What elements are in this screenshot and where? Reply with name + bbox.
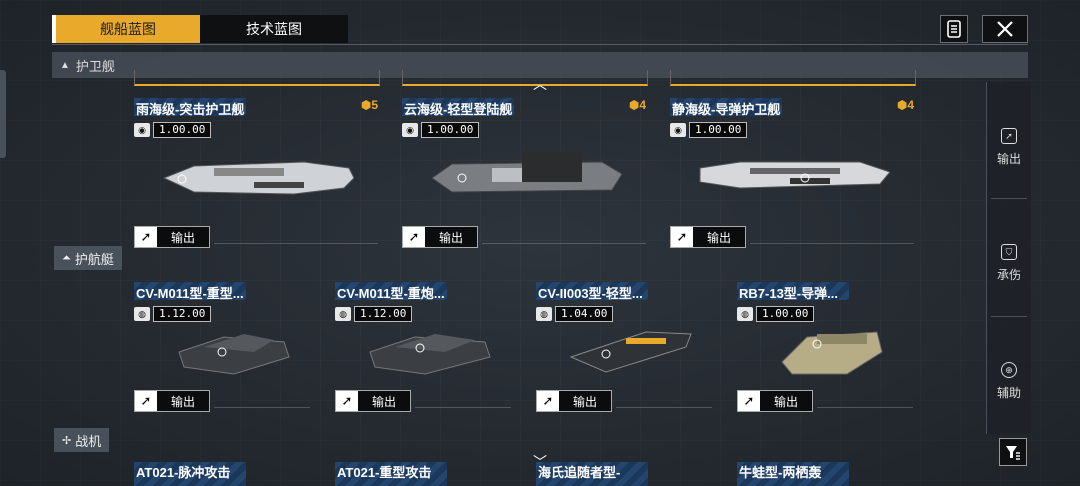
ship-stat: ◉ 1.00.00 <box>134 122 212 138</box>
ship-title: RB7-13型-导弹... <box>739 286 838 301</box>
ship-title: 云海级-轻型登陆舰 <box>404 102 513 117</box>
ship-model-image <box>569 331 692 373</box>
export-arrow-icon: ➚ <box>336 391 358 411</box>
tab-tech-blueprints[interactable]: 技术蓝图 <box>200 15 348 43</box>
ship-model-image <box>431 152 622 193</box>
prev-card-edge <box>670 70 916 86</box>
card-underline <box>750 243 914 244</box>
card-underline <box>214 407 310 408</box>
document-button[interactable] <box>940 15 968 43</box>
ship-hull-icon: ◉ <box>402 123 418 137</box>
close-button[interactable] <box>982 15 1028 43</box>
role-filter-support[interactable]: ⊕ 辅助 <box>987 362 1031 401</box>
fighter-icon: ✢ <box>62 434 72 447</box>
tab-ship-blueprints[interactable]: 舰船蓝图 <box>52 15 200 43</box>
level-badge: ⬢4 <box>896 98 914 112</box>
ship-title[interactable]: 牛蛙型-两栖轰 <box>739 462 821 481</box>
ship-title: CV-M011型-重型... <box>136 286 244 301</box>
export-button[interactable]: ➚ 输出 <box>335 390 411 412</box>
support-icon: ⊕ <box>1001 362 1017 378</box>
ship-model-image <box>699 161 890 189</box>
ship-title: 静海级-导弹护卫舰 <box>672 102 781 117</box>
ship-hull-icon: ◉ <box>670 123 686 137</box>
ship-title[interactable]: AT021-重型攻击 <box>337 462 431 481</box>
ship-card[interactable]: CV-II003型-轻型... ◍ 1.04.00 ➚ 输出 <box>536 282 712 412</box>
document-icon <box>947 20 961 38</box>
export-arrow-icon: ➚ <box>135 391 157 411</box>
prev-card-edge <box>134 70 380 86</box>
section-header-escort[interactable]: ⏶ 护航艇 <box>54 246 122 270</box>
escort-icon: ⏶ <box>62 251 71 264</box>
ship-title: CV-M011型-重炮... <box>337 286 445 301</box>
export-arrow-icon: ➚ <box>135 227 157 247</box>
export-arrow-icon: ➚ <box>738 391 760 411</box>
export-arrow-icon: ➚ <box>671 227 693 247</box>
ship-card[interactable]: 云海级-轻型登陆舰 ⬢4 ◉ 1.00.00 ➚ 输出 <box>402 98 646 248</box>
export-button[interactable]: ➚ 输出 <box>134 390 210 412</box>
ship-card[interactable]: 雨海级-突击护卫舰 ⬢5 ◉ 1.00.00 ➚ 输出 <box>134 98 378 248</box>
export-button[interactable]: ➚ 输出 <box>670 226 746 248</box>
ship-card[interactable]: 静海级-导弹护卫舰 ⬢4 ◉ 1.00.00 ➚ 输出 <box>670 98 914 248</box>
ship-title[interactable]: AT021-脉冲攻击 <box>136 462 230 481</box>
ship-title: 雨海级-突击护卫舰 <box>136 102 245 117</box>
scroll-down-chevron-icon[interactable]: ﹀ <box>533 452 547 472</box>
card-underline <box>482 243 646 244</box>
panel-divider <box>991 198 1027 199</box>
level-badge: ⬢4 <box>628 98 646 112</box>
panel-divider <box>991 316 1027 317</box>
stat-value: 1.00.00 <box>153 122 212 138</box>
card-underline <box>616 407 712 408</box>
section-header-fighter[interactable]: ✢ 战机 <box>54 428 110 452</box>
top-divider <box>52 44 1028 45</box>
tab-bar: 舰船蓝图 技术蓝图 <box>52 15 348 43</box>
card-underline <box>817 407 913 408</box>
card-underline <box>415 407 511 408</box>
section-title-frigate: 护卫舰 <box>75 58 115 74</box>
ship-model-image <box>178 334 290 375</box>
ship-stat: ◉ 1.00.00 <box>402 122 480 138</box>
ship-model-image <box>162 161 354 195</box>
role-filter-tank[interactable]: ⛉ 承伤 <box>987 244 1031 283</box>
ship-card[interactable]: RB7-13型-导弹... ◍ 1.00.00 ➚ 输出 <box>737 282 913 412</box>
stat-value: 1.00.00 <box>689 122 748 138</box>
ship-card[interactable]: CV-M011型-重炮... ◍ 1.12.00 ➚ 输出 <box>335 282 511 412</box>
globe-icon: ◍ <box>536 307 552 321</box>
ship-model-image <box>781 331 883 375</box>
prev-card-edge <box>402 70 648 86</box>
ship-stat: ◉ 1.00.00 <box>670 122 748 138</box>
export-button[interactable]: ➚ 输出 <box>737 390 813 412</box>
export-button[interactable]: ➚ 输出 <box>402 226 478 248</box>
filter-icon <box>1006 446 1020 460</box>
left-edge-handle[interactable] <box>0 70 6 158</box>
ship-title[interactable]: 海氏追随者型- <box>538 462 620 481</box>
section-title-fighter: 战机 <box>75 433 102 449</box>
role-filter-panel: ➚ 输出 ⛉ 承伤 ⊕ 辅助 <box>986 82 1031 434</box>
shield-icon: ⛉ <box>1001 244 1017 260</box>
export-arrow-icon: ➚ <box>537 391 559 411</box>
role-filter-output[interactable]: ➚ 输出 <box>987 128 1031 167</box>
export-button[interactable]: ➚ 输出 <box>134 226 210 248</box>
globe-icon: ◍ <box>134 307 150 321</box>
globe-icon: ◍ <box>335 307 351 321</box>
ship-card[interactable]: CV-M011型-重型... ◍ 1.12.00 ➚ 输出 <box>134 282 310 412</box>
filter-button[interactable] <box>999 438 1027 466</box>
export-button[interactable]: ➚ 输出 <box>536 390 612 412</box>
stat-value: 1.00.00 <box>421 122 480 138</box>
level-badge: ⬢5 <box>360 98 378 112</box>
globe-icon: ◍ <box>737 307 753 321</box>
section-title-escort: 护航艇 <box>74 251 114 267</box>
card-underline <box>214 243 378 244</box>
scroll-up-chevron-icon[interactable]: ︿ <box>533 74 547 94</box>
ship-model-image <box>369 334 491 375</box>
close-icon <box>997 21 1013 37</box>
ship-title: CV-II003型-轻型... <box>538 286 643 301</box>
ship-hull-icon: ◉ <box>134 123 150 137</box>
export-arrow-icon: ➚ <box>403 227 425 247</box>
collapse-triangle-icon: ▲ <box>60 59 70 71</box>
export-icon: ➚ <box>1001 128 1017 144</box>
